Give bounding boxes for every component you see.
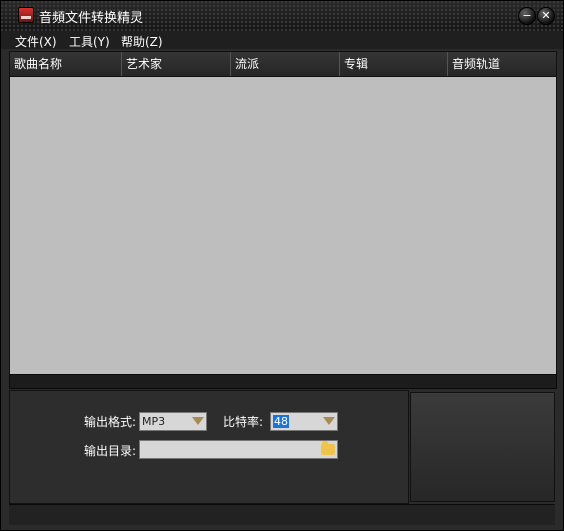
output-directory-field[interactable] — [139, 440, 338, 459]
minimize-button[interactable]: − — [518, 7, 536, 25]
title-bar[interactable]: 音頻文件转换精灵 − ✕ — [1, 1, 563, 31]
column-header-artist[interactable]: 艺术家 — [122, 52, 231, 76]
folder-icon[interactable] — [321, 441, 335, 455]
app-window: 音頻文件转换精灵 − ✕ 文件(X) 工具(Y) 帮助(Z) 歌曲名称 艺术家 … — [0, 0, 564, 531]
column-header-audio-track[interactable]: 音频轨道 — [448, 52, 556, 76]
bitrate-select[interactable]: 48 — [270, 412, 338, 431]
bitrate-label: 比特率: — [223, 415, 264, 429]
close-button[interactable]: ✕ — [537, 7, 555, 25]
window-title: 音頻文件转换精灵 — [39, 11, 144, 26]
menu-tools[interactable]: 工具(Y) — [69, 33, 110, 50]
column-header-album[interactable]: 专辑 — [340, 52, 448, 76]
list-header: 歌曲名称 艺术家 流派 专辑 音频轨道 — [10, 52, 556, 77]
output-format-value: MP3 — [142, 415, 166, 428]
column-header-song-name[interactable]: 歌曲名称 — [10, 52, 122, 76]
output-settings-panel: 输出格式: MP3 比特率: 48 输出目录: — [9, 390, 409, 504]
menu-bar: 文件(X) 工具(Y) 帮助(Z) — [1, 31, 563, 49]
close-icon: ✕ — [541, 9, 551, 22]
audio-app-icon — [18, 7, 34, 23]
menu-help[interactable]: 帮助(Z) — [121, 33, 163, 50]
column-header-genre[interactable]: 流派 — [231, 52, 340, 76]
minimize-icon: − — [522, 9, 532, 22]
output-format-select[interactable]: MP3 — [139, 412, 207, 431]
song-list[interactable]: 歌曲名称 艺术家 流派 专辑 音频轨道 — [9, 51, 557, 375]
chevron-down-icon[interactable] — [322, 415, 335, 428]
preview-panel — [410, 392, 555, 502]
menu-file[interactable]: 文件(X) — [15, 33, 57, 50]
status-bar — [9, 504, 555, 525]
chevron-down-icon[interactable] — [191, 415, 204, 428]
horizontal-scrollbar[interactable] — [9, 374, 557, 389]
output-format-label: 输出格式: — [84, 415, 137, 429]
output-directory-label: 输出目录: — [84, 444, 137, 458]
bitrate-value: 48 — [273, 415, 289, 428]
